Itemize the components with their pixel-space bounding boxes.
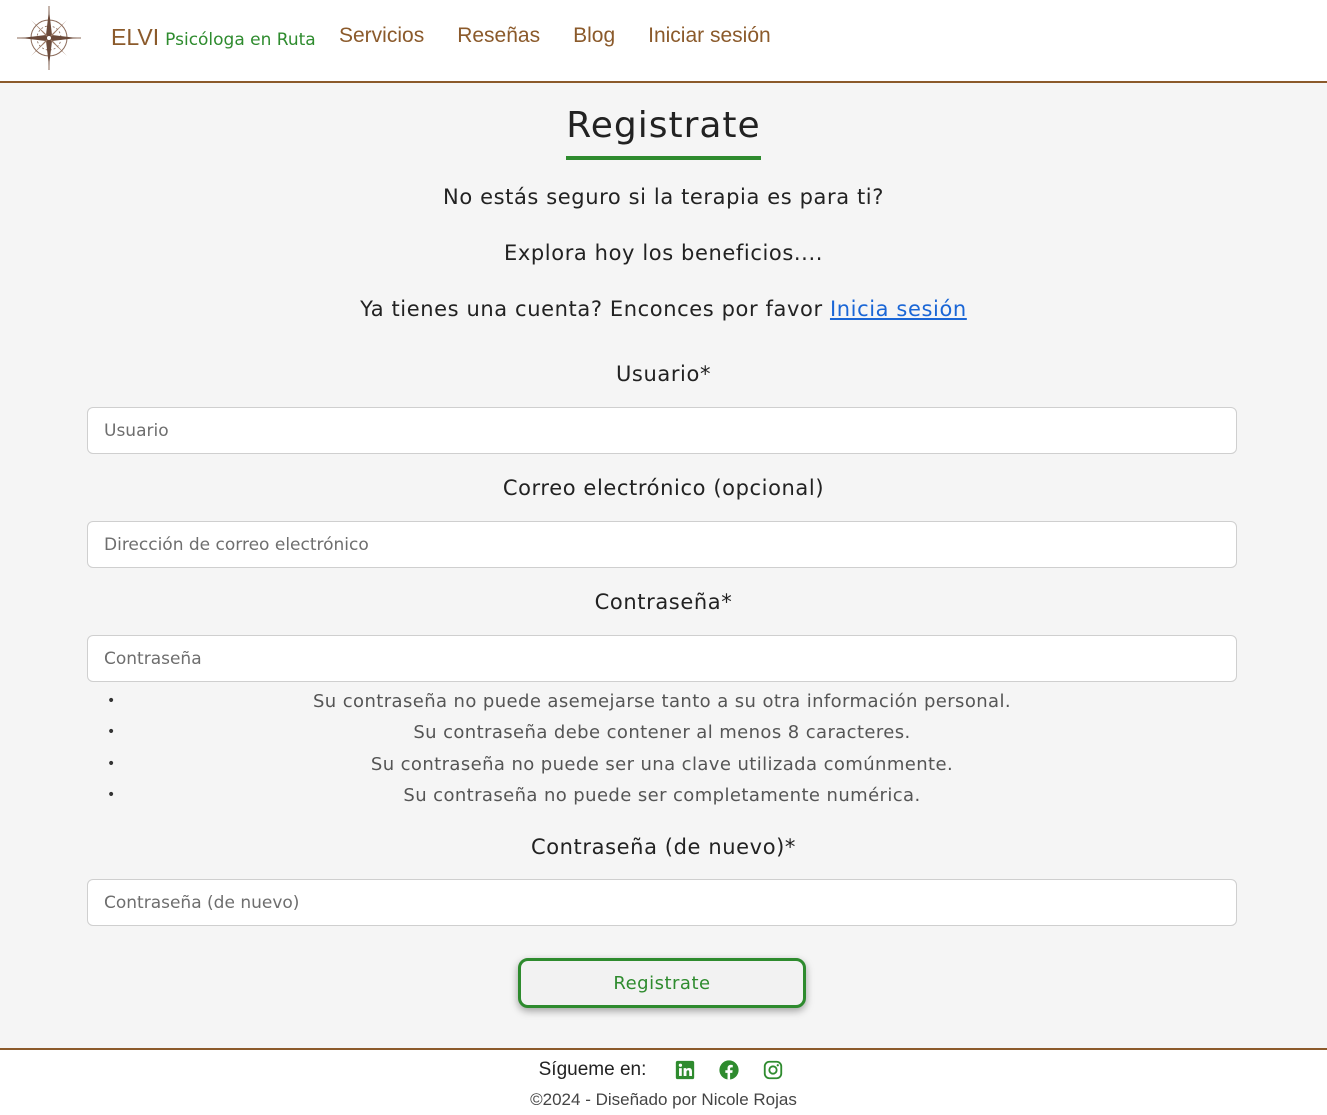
list-item: • Su contraseña debe contener al menos 8 … bbox=[87, 717, 1237, 748]
nav-iniciar-sesion[interactable]: Iniciar sesión bbox=[648, 24, 771, 48]
list-item: • Su contraseña no puede ser una clave ut… bbox=[87, 749, 1237, 780]
username-label: Usuario* bbox=[615, 362, 712, 386]
footer: Sígueme en: ©2024 - Diseñado por Nicole … bbox=[0, 1048, 1327, 1115]
nav-servicios[interactable]: Servicios bbox=[339, 24, 424, 48]
password-confirm-input[interactable] bbox=[87, 879, 1237, 926]
help-text: Su contraseña no puede ser completamente… bbox=[403, 785, 921, 807]
nav-blog[interactable]: Blog bbox=[573, 24, 615, 48]
login-prompt-text: Ya tienes una cuenta? Enconces por favor bbox=[360, 297, 830, 321]
password-help-list: • Su contraseña no puede asemejarse tanto… bbox=[87, 686, 1237, 812]
page-title: Registrate bbox=[566, 105, 761, 160]
email-label: Correo electrónico (opcional) bbox=[502, 476, 825, 500]
navbar: ELVI Psicóloga en Ruta Servicios Reseñas… bbox=[0, 0, 1327, 83]
title-wrap: Registrate bbox=[0, 105, 1327, 160]
instagram-icon[interactable] bbox=[762, 1059, 784, 1081]
intro-explore: Explora hoy los beneficios.... bbox=[503, 241, 824, 265]
brand-tagline: Psicóloga en Ruta bbox=[165, 30, 316, 50]
bullet: • bbox=[107, 787, 116, 804]
nav-links: Servicios Reseñas Blog Iniciar sesión bbox=[339, 24, 771, 48]
brand-link[interactable]: ELVI Psicóloga en Ruta bbox=[111, 24, 316, 51]
bullet: • bbox=[107, 724, 116, 741]
social-links: Sígueme en: bbox=[0, 1059, 1327, 1081]
list-item: • Su contraseña no puede ser completament… bbox=[87, 780, 1237, 811]
username-input[interactable] bbox=[87, 407, 1237, 454]
intro-login-prompt: Ya tienes una cuenta? Enconces por favor… bbox=[0, 297, 1327, 321]
main-content: Registrate No estás seguro si la terapia… bbox=[0, 83, 1327, 1048]
help-text: Su contraseña no puede asemejarse tanto … bbox=[312, 691, 1011, 712]
password-label: Contraseña* bbox=[594, 590, 733, 614]
register-button[interactable]: Registrate bbox=[518, 958, 806, 1008]
list-item: • Su contraseña no puede asemejarse tanto… bbox=[87, 686, 1237, 717]
email-input[interactable] bbox=[87, 521, 1237, 568]
bullet: • bbox=[107, 755, 116, 772]
password-input[interactable] bbox=[87, 635, 1237, 682]
nav-resenas[interactable]: Reseñas bbox=[457, 24, 540, 48]
help-text: Su contraseña no puede ser una clave uti… bbox=[370, 753, 954, 775]
compass-rose-icon[interactable] bbox=[15, 4, 83, 72]
intro-question: No estás seguro si la terapia es para ti… bbox=[443, 185, 884, 209]
copyright: ©2024 - Diseñado por Nicole Rojas bbox=[530, 1090, 797, 1109]
help-text: Su contraseña debe contener al menos 8 c… bbox=[413, 722, 911, 744]
brand-name: ELVI bbox=[111, 24, 160, 50]
follow-label: Sígueme en: bbox=[538, 1059, 647, 1080]
linkedin-icon[interactable] bbox=[674, 1059, 696, 1081]
login-link[interactable]: Inicia sesión bbox=[830, 297, 967, 321]
password-confirm-label: Contraseña (de nuevo)* bbox=[530, 835, 797, 859]
facebook-icon[interactable] bbox=[718, 1059, 740, 1081]
bullet: • bbox=[107, 693, 116, 709]
